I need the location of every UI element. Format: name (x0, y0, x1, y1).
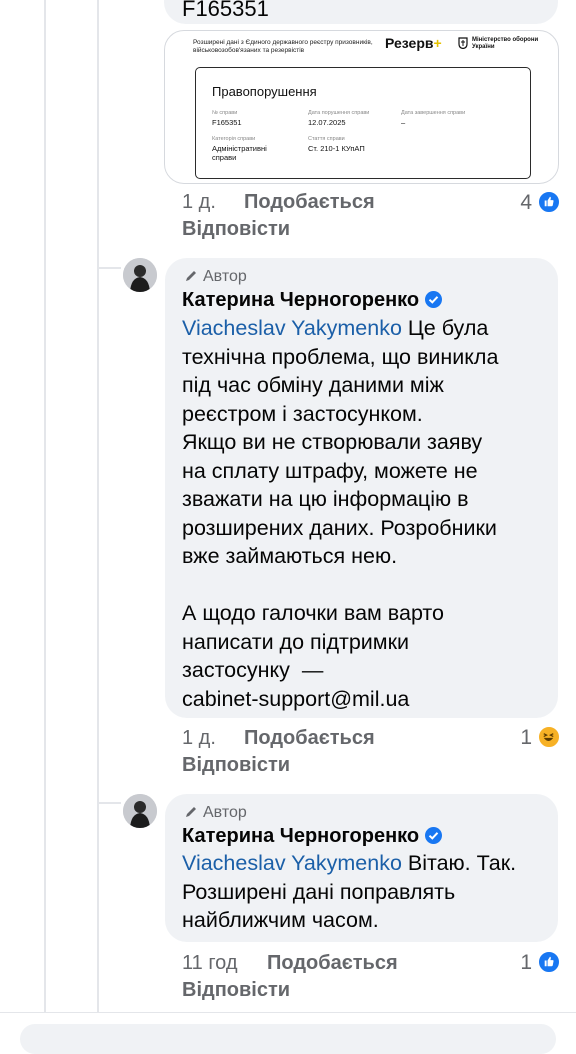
field-label: № справи (212, 110, 238, 116)
like-reaction-icon (538, 951, 560, 973)
field-value: 12.07.2025 (308, 118, 346, 127)
comment-time[interactable]: 1 д. (182, 727, 216, 750)
comment-text-partial: F165351 (182, 0, 269, 21)
ministry-emblem-icon (458, 37, 468, 49)
comment-text: Viacheslav Yakymenko Вітаю. Так. Розшире… (182, 851, 517, 932)
like-button[interactable]: Подобається (244, 727, 375, 750)
reply-button[interactable]: Відповісти (182, 218, 290, 241)
like-button[interactable]: Подобається (244, 191, 375, 214)
like-button[interactable]: Подобається (267, 952, 398, 975)
field-value: – (401, 118, 406, 127)
ministry-text: Міністерство оборони України (472, 37, 539, 50)
field-label: Дата порушення справи (308, 110, 370, 116)
verified-badge-icon (425, 291, 443, 308)
reaction-summary[interactable]: 1 (500, 726, 560, 750)
comment-bubble-partial: F165351 (164, 0, 558, 24)
reaction-count: 1 (520, 726, 532, 749)
thread-line-outer (44, 0, 46, 1012)
reaction-count: 4 (520, 191, 532, 214)
field-label: Категорія справи (212, 136, 256, 142)
avatar[interactable] (123, 794, 157, 828)
author-badge: Автор (203, 804, 247, 821)
field-label: Дата завершення справи (401, 110, 466, 116)
card-title: Правопорушення (212, 84, 317, 99)
thread-connector-2 (97, 802, 121, 804)
mention-link[interactable]: Viacheslav Yakymenko (182, 316, 402, 340)
attachment-image[interactable]: Розширені дані з Єдиного державного реєс… (164, 30, 559, 184)
avatar[interactable] (123, 258, 157, 292)
like-reaction-icon (538, 191, 560, 213)
comment-text: Viacheslav Yakymenko Це була технічна пр… (182, 316, 499, 711)
section-divider (0, 1012, 576, 1013)
author-name[interactable]: Катерина Черногоренко (182, 289, 443, 312)
comment-time[interactable]: 11 год (182, 952, 238, 975)
offense-card: Правопорушення № справи F165351 Дата пор… (195, 67, 531, 179)
author-name[interactable]: Катерина Черногоренко (182, 825, 443, 848)
field-value: Адміністративні справи (212, 144, 267, 162)
attachment-header-text: Розширені дані з Єдиного державного реєс… (193, 39, 373, 54)
field-label: Стаття справи (308, 136, 345, 142)
thread-line-inner (97, 0, 99, 1012)
thread-connector-1 (97, 267, 121, 269)
verified-badge-icon (425, 827, 443, 844)
mention-link[interactable]: Viacheslav Yakymenko (182, 851, 402, 875)
author-badge: Автор (203, 268, 247, 285)
reaction-summary[interactable]: 4 (500, 191, 560, 215)
rezerv-logo: Резерв+ (385, 35, 442, 51)
pencil-icon (186, 271, 196, 281)
reaction-summary[interactable]: 1 (500, 951, 560, 975)
haha-reaction-icon (538, 726, 560, 748)
reply-button[interactable]: Відповісти (182, 754, 290, 777)
pencil-icon (186, 807, 196, 817)
reaction-count: 1 (520, 951, 532, 974)
field-value: F165351 (212, 118, 242, 127)
comment-input-bar[interactable] (20, 1024, 556, 1054)
comment-time[interactable]: 1 д. (182, 191, 216, 214)
field-value: Ст. 210-1 КУпАП (308, 144, 365, 153)
reply-button[interactable]: Відповісти (182, 979, 290, 1002)
